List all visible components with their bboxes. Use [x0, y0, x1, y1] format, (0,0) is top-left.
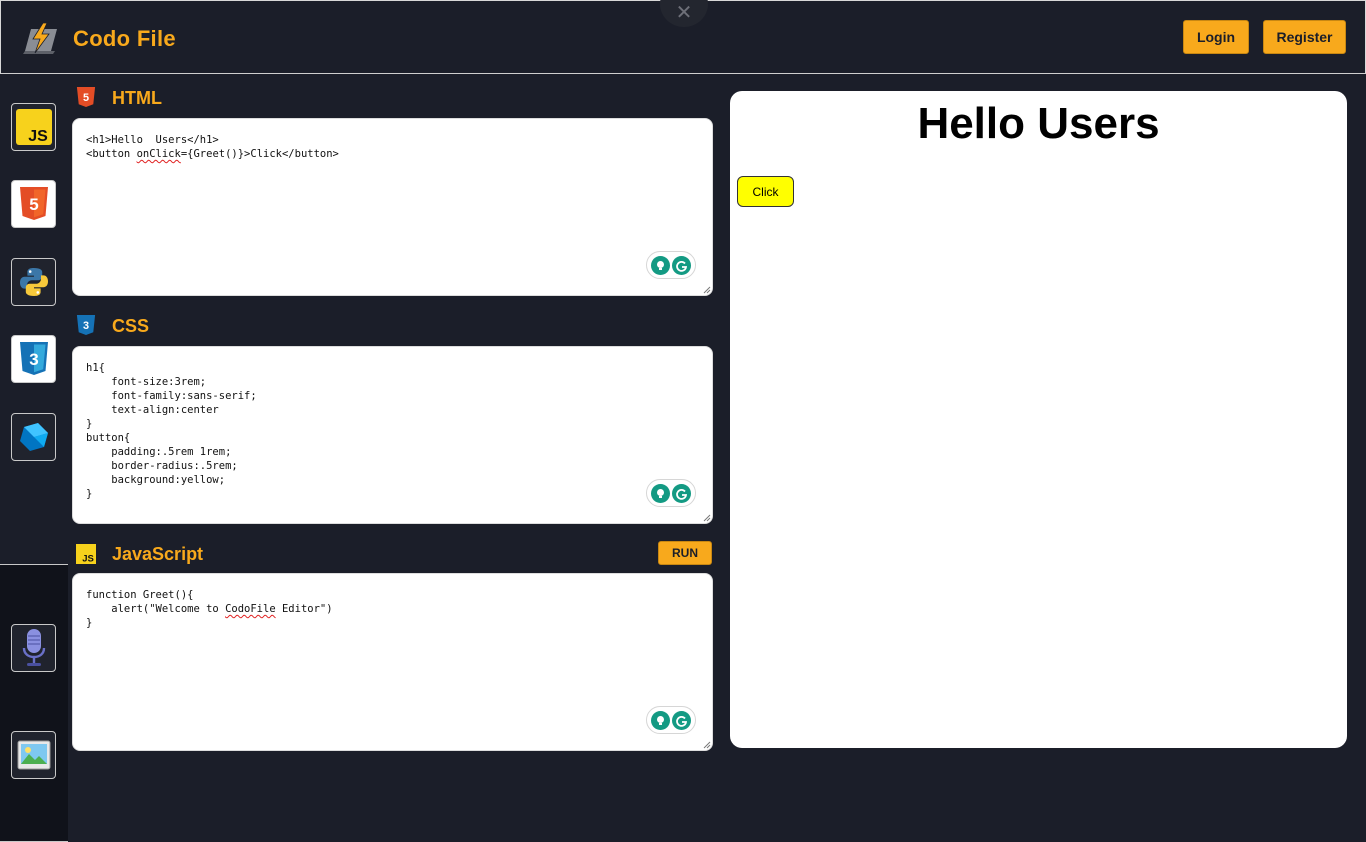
- sidebar-item-python[interactable]: [11, 258, 56, 306]
- grammarly-widget[interactable]: [646, 479, 696, 507]
- suggestion-bulb-icon[interactable]: [651, 710, 670, 730]
- js-section-title: JavaScript: [112, 544, 204, 564]
- image-icon: [17, 740, 50, 770]
- js-code[interactable]: function Greet(){ alert("Welcome to Codo…: [86, 588, 333, 630]
- sidebar-item-css[interactable]: 3: [11, 335, 56, 383]
- app-header: Codo File ✕ Login Register: [0, 0, 1366, 74]
- login-button[interactable]: Login: [1183, 20, 1249, 54]
- resize-handle-icon[interactable]: [703, 514, 711, 522]
- register-button[interactable]: Register: [1263, 20, 1346, 54]
- microphone-icon: [22, 629, 45, 666]
- suggestion-bulb-icon[interactable]: [651, 483, 670, 503]
- html5-icon: 5: [76, 87, 96, 107]
- code-line: alert("Welcome to CodoFile Editor"): [86, 603, 333, 615]
- grammarly-icon[interactable]: [672, 255, 691, 275]
- spell-error-mark: CodoFile: [225, 603, 276, 615]
- css-section-icon-label: 3: [83, 320, 89, 332]
- run-button[interactable]: RUN: [658, 541, 712, 565]
- code-line: <button onClick={Greet()}>Click</button>: [86, 148, 339, 160]
- code-line: <h1>Hello Users</h1>: [86, 134, 219, 146]
- sidebar-item-voice[interactable]: [11, 624, 56, 672]
- grammarly-widget[interactable]: [646, 251, 696, 279]
- sidebar-item-javascript[interactable]: JS: [11, 103, 56, 151]
- css3-icon: 3: [76, 315, 96, 335]
- css-editor[interactable]: h1{ font-size:3rem; font-family:sans-ser…: [72, 346, 713, 524]
- language-sidebar: JS 5 3: [0, 74, 68, 842]
- js-icon: JS: [76, 544, 96, 564]
- js-editor[interactable]: function Greet(){ alert("Welcome to Codo…: [72, 573, 713, 751]
- python-icon: [19, 268, 48, 296]
- js-icon: JS: [15, 109, 52, 145]
- html5-icon-label: 5: [29, 195, 38, 214]
- codo-file-logo-icon: [23, 22, 57, 54]
- resize-handle-icon[interactable]: [703, 741, 711, 749]
- css-code[interactable]: h1{ font-size:3rem; font-family:sans-ser…: [86, 361, 257, 501]
- output-preview: Hello Users Click: [730, 91, 1347, 748]
- grammarly-icon[interactable]: [672, 710, 691, 730]
- suggestion-bulb-icon[interactable]: [651, 255, 670, 275]
- grammarly-widget[interactable]: [646, 706, 696, 734]
- code-line: function Greet(){: [86, 589, 194, 601]
- html-section-icon-label: 5: [83, 92, 89, 104]
- spell-error-mark: onClick: [136, 148, 181, 160]
- html-editor[interactable]: <h1>Hello Users</h1> <button onClick={Gr…: [72, 118, 713, 296]
- css3-icon-label: 3: [29, 350, 38, 369]
- css-section-title: CSS: [112, 316, 150, 336]
- sidebar-item-html[interactable]: 5: [11, 180, 56, 228]
- sidebar-item-dart[interactable]: [11, 413, 56, 461]
- html-code[interactable]: <h1>Hello Users</h1> <button onClick={Gr…: [86, 133, 339, 161]
- resize-handle-icon[interactable]: [703, 286, 711, 294]
- html-section-title: HTML: [112, 88, 162, 108]
- css3-icon: 3: [19, 342, 48, 375]
- preview-heading: Hello Users: [917, 99, 1160, 148]
- preview-click-button[interactable]: Click: [737, 176, 794, 207]
- dart-icon: [19, 423, 48, 451]
- sidebar-item-image[interactable]: [11, 731, 56, 779]
- brand-title: Codo File: [73, 26, 176, 51]
- js-icon-label: JS: [28, 128, 48, 145]
- close-icon[interactable]: ✕: [660, 0, 708, 27]
- js-section-icon-label: JS: [82, 554, 94, 565]
- code-line: }: [86, 617, 93, 629]
- html5-icon: 5: [19, 187, 48, 220]
- grammarly-icon[interactable]: [672, 483, 691, 503]
- sidebar-tools: [0, 564, 68, 842]
